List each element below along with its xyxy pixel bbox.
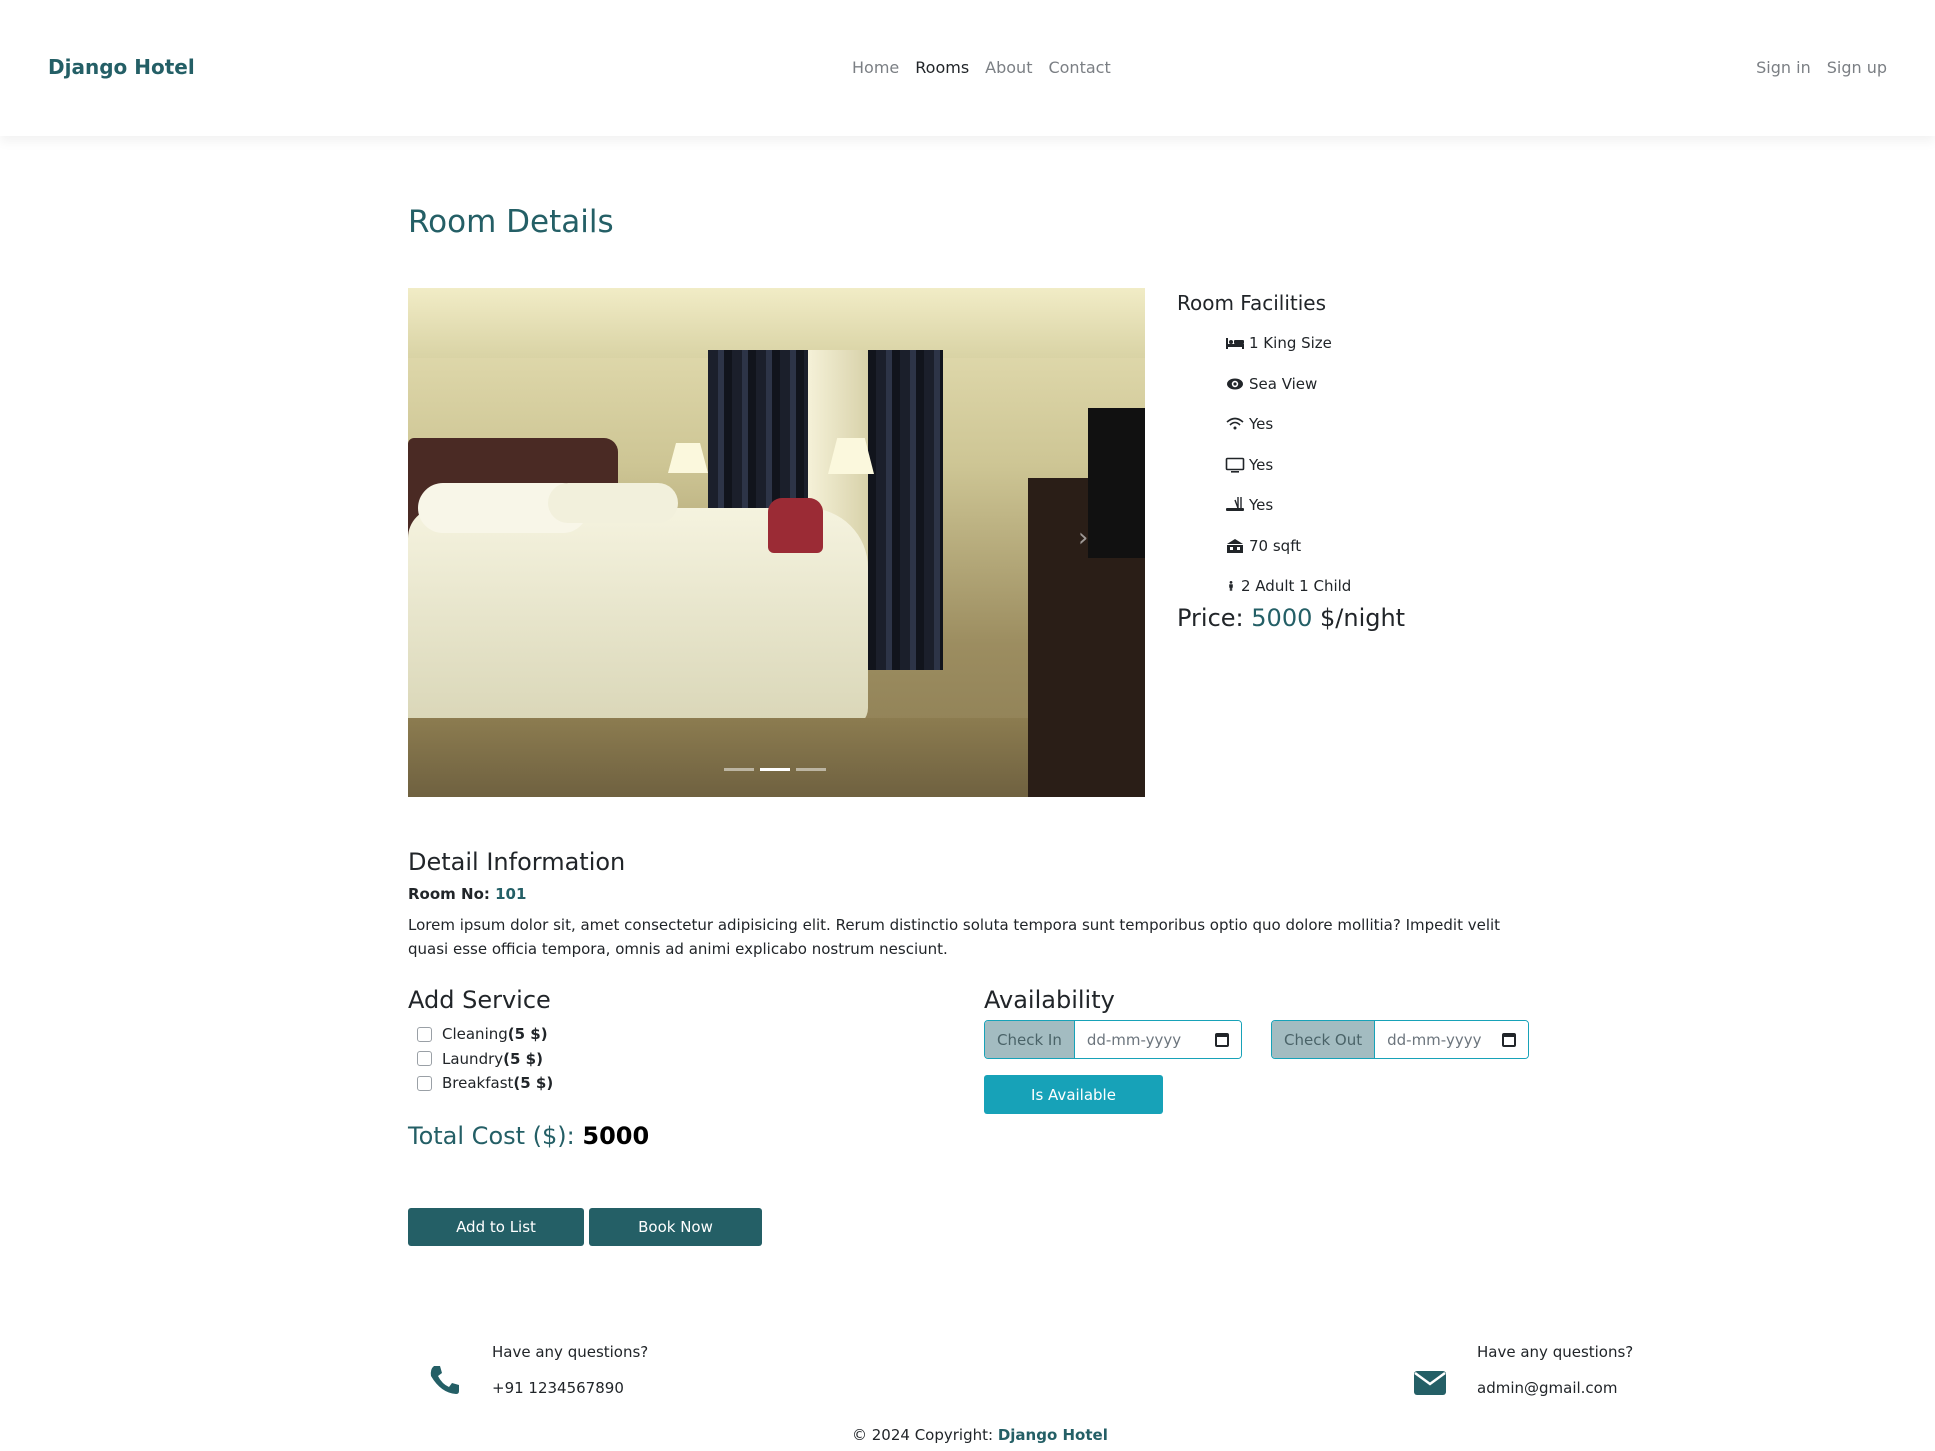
room-number-label: Room No:: [408, 885, 490, 903]
email-address[interactable]: admin@gmail.com: [1477, 1379, 1633, 1397]
check-out-group: Check Out dd-mm-yyyy: [1271, 1020, 1529, 1059]
brand-logo[interactable]: Django Hotel: [48, 55, 195, 79]
calendar-icon[interactable]: [1215, 1032, 1229, 1047]
bed-icon: [1226, 338, 1244, 350]
total-cost-value: 5000: [582, 1122, 650, 1150]
service-price: (5 $): [507, 1025, 548, 1044]
room-number-value: 101: [495, 885, 527, 903]
service-breakfast[interactable]: Breakfast (5 $): [417, 1071, 553, 1096]
nav-home[interactable]: Home: [852, 58, 899, 77]
facilities-title: Room Facilities: [1177, 291, 1327, 315]
check-out-label: Check Out: [1272, 1021, 1376, 1058]
shower-icon: [1226, 497, 1244, 512]
book-now-button[interactable]: Book Now: [589, 1208, 762, 1246]
add-service-title: Add Service: [408, 986, 551, 1014]
availability-title: Availability: [984, 986, 1115, 1014]
check-in-placeholder: dd-mm-yyyy: [1086, 1030, 1182, 1049]
service-cleaning[interactable]: Cleaning (5 $): [417, 1022, 553, 1047]
facility-area: 70 sqft: [1225, 526, 1351, 567]
wifi-icon: [1226, 417, 1244, 430]
navbar: Django Hotel Home Rooms About Contact Si…: [0, 0, 1935, 136]
room-description: Lorem ipsum dolor sit, amet consectetur …: [408, 916, 1501, 958]
facilities-list: 1 King Size Sea View Yes Yes Yes 70 sqft…: [1225, 323, 1351, 607]
email-contact: Have any questions? admin@gmail.com: [1477, 1343, 1633, 1397]
room-image-carousel[interactable]: ›: [408, 288, 1145, 797]
auth-nav: Sign in Sign up: [1756, 58, 1887, 77]
carousel-next-icon[interactable]: ›: [1078, 523, 1088, 553]
service-price: (5 $): [513, 1074, 554, 1093]
main-nav: Home Rooms About Contact: [852, 58, 1111, 77]
tv-icon: [1225, 457, 1245, 473]
cleaning-checkbox[interactable]: [417, 1026, 432, 1042]
check-in-label: Check In: [985, 1021, 1075, 1058]
room-photo: [408, 288, 1145, 358]
phone-question: Have any questions?: [492, 1343, 649, 1361]
price-label: Price:: [1177, 604, 1244, 632]
service-price: (5 $): [503, 1049, 543, 1068]
check-out-date-input[interactable]: dd-mm-yyyy: [1375, 1021, 1528, 1058]
phone-number[interactable]: +91 1234567890: [492, 1379, 648, 1397]
room-price: Price: 5000 $/night: [1177, 604, 1405, 632]
facility-label: Yes: [1249, 455, 1274, 474]
nav-contact[interactable]: Contact: [1048, 58, 1110, 77]
laundry-checkbox[interactable]: [417, 1051, 432, 1067]
add-to-list-button[interactable]: Add to List: [408, 1208, 584, 1246]
carousel-indicator[interactable]: [796, 768, 826, 771]
total-cost: Total Cost ($): 5000: [408, 1122, 649, 1150]
facility-shower: Yes: [1225, 485, 1351, 526]
phone-contact: Have any questions? +91 1234567890: [492, 1343, 648, 1397]
facility-label: 2 Adult 1 Child: [1241, 577, 1352, 596]
copyright: © 2024 Copyright: Django Hotel: [852, 1426, 1108, 1444]
price-unit: $/night: [1320, 604, 1406, 632]
is-available-button[interactable]: Is Available: [984, 1075, 1163, 1114]
eye-icon: [1227, 378, 1243, 390]
facility-tv: Yes: [1225, 445, 1351, 486]
facility-label: Yes: [1249, 496, 1274, 515]
check-in-group: Check In dd-mm-yyyy: [984, 1020, 1242, 1059]
facility-label: Yes: [1249, 415, 1274, 434]
check-in-date-input[interactable]: dd-mm-yyyy: [1074, 1021, 1241, 1058]
service-list: Cleaning (5 $) Laundry (5 $) Breakfast (5 $…: [417, 1022, 553, 1096]
phone-icon: [430, 1366, 459, 1394]
facility-guests: 2 Adult 1 Child: [1225, 566, 1351, 607]
facility-label: Sea View: [1249, 374, 1318, 393]
carousel-indicator-active[interactable]: [760, 768, 790, 771]
price-value: 5000: [1251, 604, 1313, 632]
breakfast-checkbox[interactable]: [417, 1075, 432, 1091]
nav-about[interactable]: About: [985, 58, 1032, 77]
sign-up-link[interactable]: Sign up: [1827, 58, 1887, 77]
room-number: Room No: 101: [408, 885, 526, 903]
facility-label: 70 sqft: [1249, 536, 1302, 555]
facility-wifi: Yes: [1225, 404, 1351, 445]
sign-in-link[interactable]: Sign in: [1756, 58, 1811, 77]
carousel-indicator[interactable]: [724, 768, 754, 771]
envelope-icon: [1414, 1371, 1446, 1395]
calendar-icon[interactable]: [1502, 1032, 1516, 1047]
facility-bed: 1 King Size: [1225, 323, 1351, 364]
page-title: Room Details: [408, 204, 614, 240]
nav-rooms[interactable]: Rooms: [915, 58, 969, 77]
service-name: Laundry: [442, 1049, 504, 1068]
service-name: Breakfast: [442, 1074, 514, 1093]
total-cost-label: Total Cost ($):: [408, 1122, 575, 1150]
email-question: Have any questions?: [1477, 1343, 1634, 1361]
area-icon: [1227, 538, 1243, 553]
detail-title: Detail Information: [408, 848, 626, 876]
facility-view: Sea View: [1225, 364, 1351, 405]
check-out-placeholder: dd-mm-yyyy: [1387, 1030, 1482, 1049]
copyright-brand-link[interactable]: Django Hotel: [998, 1426, 1108, 1444]
copyright-text: © 2024 Copyright:: [852, 1426, 994, 1444]
service-laundry[interactable]: Laundry (5 $): [417, 1047, 553, 1072]
person-icon: [1229, 581, 1233, 592]
service-name: Cleaning: [442, 1025, 508, 1044]
facility-label: 1 King Size: [1249, 334, 1332, 353]
carousel-indicators: [724, 768, 826, 771]
